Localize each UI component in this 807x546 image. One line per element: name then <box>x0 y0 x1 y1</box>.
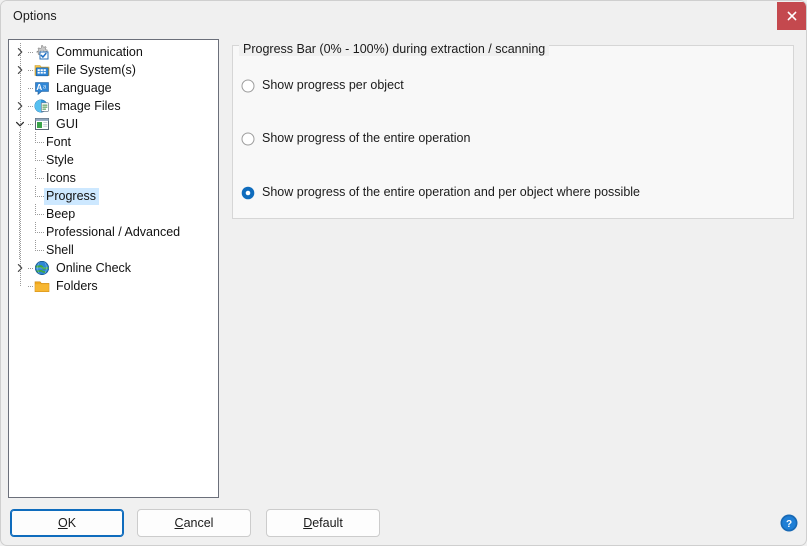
tree-item-image-files[interactable]: Image Files <box>12 97 218 115</box>
radio-show-progress-per-object[interactable]: Show progress per object <box>241 78 404 93</box>
language-bubble-icon: Aa <box>35 82 49 96</box>
radio-label: Show progress of the entire operation <box>262 131 471 145</box>
globe-icon <box>35 261 49 275</box>
tree-connector <box>28 79 33 97</box>
tree-item-font[interactable]: Font <box>12 132 218 152</box>
tree-item-label: Style <box>46 152 74 167</box>
tree-connector <box>12 222 28 242</box>
tree-connector <box>28 186 44 205</box>
tree-item-style[interactable]: Style <box>12 150 218 170</box>
tree-connector <box>28 61 33 79</box>
tree-item-online-check[interactable]: Online Check <box>12 259 218 277</box>
tree-item-label: Folders <box>56 278 98 293</box>
chevron-right-icon[interactable] <box>12 259 28 277</box>
tree-connector <box>28 132 44 151</box>
close-button[interactable] <box>777 2 806 30</box>
window-title: Options <box>13 9 57 23</box>
tree-connector <box>28 277 33 295</box>
radio-show-progress-entire-and-per-object[interactable]: Show progress of the entire operation an… <box>241 185 640 200</box>
default-accel: D <box>303 516 313 530</box>
folder-icon <box>34 281 50 292</box>
image-files-icon <box>34 99 49 113</box>
folder-icon <box>33 277 51 295</box>
tree-item-file-system-s[interactable]: File System(s) <box>12 61 218 79</box>
default-button[interactable]: Default <box>266 509 380 537</box>
tree-item-label: Language <box>56 80 112 95</box>
tree-item-label: Progress <box>44 187 100 205</box>
ok-rest: K <box>67 516 77 530</box>
tree-item-label: Online Check <box>56 260 132 275</box>
tree-item-label: Communication <box>56 44 143 59</box>
window-gui-icon <box>35 118 49 130</box>
tree-connector <box>28 150 44 169</box>
tree-item-gui[interactable]: GUI <box>12 115 218 133</box>
folder-grid-icon <box>33 61 51 79</box>
cancel-accel: C <box>174 516 184 530</box>
tree-connector <box>12 240 28 260</box>
tree-connector <box>28 222 44 241</box>
tree-connector <box>12 150 28 170</box>
tree-item-label: Shell <box>46 242 74 257</box>
cancel-rest: ancel <box>183 516 214 530</box>
default-rest: efault <box>312 516 343 530</box>
tree-item-label: Professional / Advanced <box>46 224 181 239</box>
tree-connector <box>12 186 28 206</box>
chevron-down-icon[interactable] <box>12 115 28 133</box>
help-question-icon: ? <box>780 514 798 532</box>
groupbox-title: Progress Bar (0% - 100%) during extracti… <box>239 42 550 56</box>
chevron-right-icon[interactable] <box>12 97 28 115</box>
tree-item-language[interactable]: Aa Language <box>12 79 218 97</box>
window-gui-icon <box>33 115 51 133</box>
tree-item-label: File System(s) <box>56 62 136 77</box>
chevron-right-icon[interactable] <box>12 43 28 61</box>
settings-tree[interactable]: Communication File System(s) Aa Language Ima… <box>8 39 219 498</box>
tree-item-professional-advanced[interactable]: Professional / Advanced <box>12 222 218 242</box>
tree-connector <box>28 168 44 187</box>
tree-item-label: Beep <box>46 206 76 221</box>
tree-item-label: Icons <box>46 170 76 185</box>
tree-item-progress[interactable]: Progress <box>12 186 218 206</box>
tree-expander-empty <box>12 79 28 97</box>
radio-icon-checked <box>241 186 255 200</box>
cancel-button[interactable]: Cancel <box>137 509 251 537</box>
svg-text:A: A <box>36 83 42 92</box>
tree-connector <box>28 240 44 259</box>
chevron-right-icon[interactable] <box>12 61 28 79</box>
tree-item-label: Image Files <box>56 98 121 113</box>
globe-icon <box>33 259 51 277</box>
tree-connector <box>28 259 33 277</box>
close-icon <box>787 11 797 21</box>
tree-connector <box>28 115 33 133</box>
settings-gear-checkbox-icon <box>33 43 51 61</box>
tree-item-communication[interactable]: Communication <box>12 43 218 61</box>
ok-button[interactable]: OK <box>10 509 124 537</box>
folder-grid-icon <box>34 65 50 77</box>
tree-item-icons[interactable]: Icons <box>12 168 218 188</box>
tree-item-label: Font <box>46 134 72 149</box>
image-files-icon <box>33 97 51 115</box>
radio-icon-unchecked <box>241 132 255 146</box>
tree-connector <box>12 204 28 224</box>
radio-show-progress-entire-operation[interactable]: Show progress of the entire operation <box>241 131 470 146</box>
tree-connector <box>28 204 44 223</box>
tree-connector <box>28 97 33 115</box>
radio-label: Show progress per object <box>262 78 404 92</box>
tree-connector <box>28 43 33 61</box>
tree-item-shell[interactable]: Shell <box>12 240 218 260</box>
tree-connector <box>12 168 28 188</box>
svg-text:?: ? <box>786 519 792 530</box>
tree-item-folders[interactable]: Folders <box>12 277 218 295</box>
ok-accel: O <box>57 516 68 530</box>
settings-gear-checkbox-icon <box>36 45 49 60</box>
help-button[interactable]: ? <box>780 514 798 532</box>
radio-label: Show progress of the entire operation an… <box>262 185 641 199</box>
title-bar: Options <box>1 1 806 33</box>
tree-connector <box>12 132 28 152</box>
radio-icon-unchecked <box>241 79 255 93</box>
tree-item-beep[interactable]: Beep <box>12 204 218 224</box>
tree-expander-empty <box>12 277 28 295</box>
options-dialog: Options Communication File System(s) Aa Lan… <box>0 0 807 546</box>
language-bubble-icon: Aa <box>33 79 51 97</box>
tree-item-label: GUI <box>56 116 79 131</box>
